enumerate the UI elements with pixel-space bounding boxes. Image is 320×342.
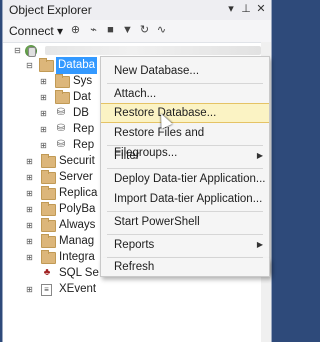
folder-icon bbox=[41, 202, 56, 216]
menu-item-filter[interactable]: Filter ▶ bbox=[101, 146, 269, 166]
panel-title: Object Explorer bbox=[9, 3, 92, 17]
agent-icon: ♣ bbox=[43, 267, 51, 278]
tree-node-label: Sys bbox=[73, 75, 93, 87]
server-name-redacted bbox=[45, 46, 261, 55]
tree-node-database[interactable]: ⊞ ⛁ Rep bbox=[3, 137, 103, 154]
activity-monitor-icon[interactable]: ∿ bbox=[155, 24, 168, 37]
tree-node-management[interactable]: ⊞ Manag bbox=[3, 233, 103, 250]
tree-node-label: DB bbox=[73, 107, 89, 119]
database-icon: ⛁ bbox=[56, 139, 66, 150]
tree-node-sql-server-agent[interactable]: ♣ SQL Se bbox=[3, 265, 103, 282]
tree-node-always-on[interactable]: ⊞ Always bbox=[3, 217, 103, 234]
tree-node-databases[interactable]: ⊟ Databa bbox=[3, 57, 103, 74]
expand-icon[interactable]: ⊞ bbox=[25, 249, 34, 266]
menu-item-attach[interactable]: Attach... bbox=[101, 84, 269, 104]
database-icon: ⛁ bbox=[56, 123, 66, 134]
expand-icon[interactable]: ⊞ bbox=[39, 73, 48, 90]
folder-icon bbox=[55, 90, 70, 104]
stop-icon[interactable]: ■ bbox=[104, 24, 117, 37]
tree-node-label: Always bbox=[59, 219, 96, 231]
folder-icon bbox=[41, 186, 56, 200]
menu-item-deploy-data-tier[interactable]: Deploy Data-tier Application... bbox=[101, 169, 269, 189]
database-icon: ⛁ bbox=[56, 107, 66, 118]
filter-icon[interactable]: ▼ bbox=[121, 24, 134, 37]
tree-node-label: Databa bbox=[56, 57, 98, 74]
submenu-arrow-icon: ▶ bbox=[256, 240, 263, 249]
tree-node-label: Rep bbox=[73, 139, 95, 151]
expand-icon[interactable]: ⊞ bbox=[25, 217, 34, 234]
tree-node-label: Rep bbox=[73, 123, 95, 135]
tree-node-label: Dat bbox=[73, 91, 91, 103]
expand-icon[interactable]: ⊞ bbox=[25, 153, 34, 170]
expand-icon[interactable]: ⊞ bbox=[39, 105, 48, 122]
expand-icon[interactable]: ⊞ bbox=[39, 89, 48, 106]
close-icon[interactable]: ✕ bbox=[255, 3, 267, 16]
menu-item-restore-files-filegroups[interactable]: Restore Files and Filegroups... bbox=[101, 123, 269, 159]
folder-icon bbox=[41, 234, 56, 248]
tree-node-server-objects[interactable]: ⊞ Server bbox=[3, 169, 103, 186]
pin-icon[interactable]: ⊥ bbox=[240, 3, 252, 16]
context-menu: New Database... Attach... Restore Databa… bbox=[100, 56, 270, 272]
folder-icon bbox=[41, 218, 56, 232]
tree-node-integration-services[interactable]: ⊞ Integra bbox=[3, 249, 103, 266]
disconnect-icon[interactable]: ⌁ bbox=[87, 24, 100, 37]
expand-icon[interactable]: ⊞ bbox=[39, 137, 48, 154]
tree-node-label: Integra bbox=[59, 251, 95, 263]
connect-object-explorer-icon[interactable]: ⊕ bbox=[69, 24, 82, 37]
expand-icon[interactable]: ⊞ bbox=[39, 121, 48, 138]
folder-icon bbox=[55, 74, 70, 88]
tree-node-xevent-profiler[interactable]: ⊞ ≡ XEvent bbox=[3, 281, 103, 298]
tree-node-label: PolyBa bbox=[59, 203, 96, 215]
server-icon bbox=[25, 45, 37, 57]
menu-item-start-powershell[interactable]: Start PowerShell bbox=[101, 212, 269, 232]
connect-button[interactable]: Connect ▾ bbox=[9, 24, 63, 38]
menu-item-refresh[interactable]: Refresh bbox=[100, 258, 270, 277]
expand-icon[interactable]: ⊞ bbox=[25, 281, 34, 298]
expand-icon[interactable]: ⊞ bbox=[25, 201, 34, 218]
menu-item-import-data-tier[interactable]: Import Data-tier Application... bbox=[101, 189, 269, 209]
menu-item-restore-database[interactable]: Restore Database... bbox=[101, 103, 269, 123]
submenu-arrow-icon: ▶ bbox=[256, 151, 263, 160]
menu-item-reports[interactable]: Reports ▶ bbox=[101, 235, 269, 255]
menu-item-new-database[interactable]: New Database... bbox=[101, 61, 269, 81]
tree-node-database[interactable]: ⊞ ⛁ Rep bbox=[3, 121, 103, 138]
tree-node-label: Replica bbox=[59, 187, 98, 199]
refresh-icon[interactable]: ↻ bbox=[138, 24, 151, 37]
tree-node-system-databases[interactable]: ⊞ Sys bbox=[3, 73, 103, 90]
tree-node-database-snapshots[interactable]: ⊞ Dat bbox=[3, 89, 103, 106]
tree-node-polybase[interactable]: ⊞ PolyBa bbox=[3, 201, 103, 218]
chevron-down-icon[interactable]: ▾ bbox=[225, 3, 237, 16]
tree-node-replication[interactable]: ⊞ Replica bbox=[3, 185, 103, 202]
toolbar: Connect ▾ ⊕ ⌁ ■ ▼ ↻ ∿ bbox=[3, 20, 271, 43]
tree-node-database[interactable]: ⊞ ⛁ DB bbox=[3, 105, 103, 122]
tree-node-label: SQL Se bbox=[59, 267, 99, 279]
expand-icon[interactable]: ⊞ bbox=[25, 185, 34, 202]
tree-node-security[interactable]: ⊞ Securit bbox=[3, 153, 103, 170]
tree-node-label: Manag bbox=[59, 235, 95, 247]
tree-node-label: Securit bbox=[59, 155, 95, 167]
folder-icon bbox=[41, 250, 56, 264]
folder-icon bbox=[41, 170, 56, 184]
expand-icon[interactable]: ⊞ bbox=[25, 169, 34, 186]
xevent-icon: ≡ bbox=[41, 284, 52, 296]
title-bar: Object Explorer ▾ ⊥ ✕ bbox=[3, 0, 271, 21]
folder-icon bbox=[39, 58, 54, 72]
collapse-icon[interactable]: ⊟ bbox=[25, 57, 34, 74]
tree-node-label: XEvent bbox=[59, 283, 97, 295]
expand-icon[interactable]: ⊞ bbox=[25, 233, 34, 250]
folder-icon bbox=[41, 154, 56, 168]
tree-node-label: Server bbox=[59, 171, 93, 183]
